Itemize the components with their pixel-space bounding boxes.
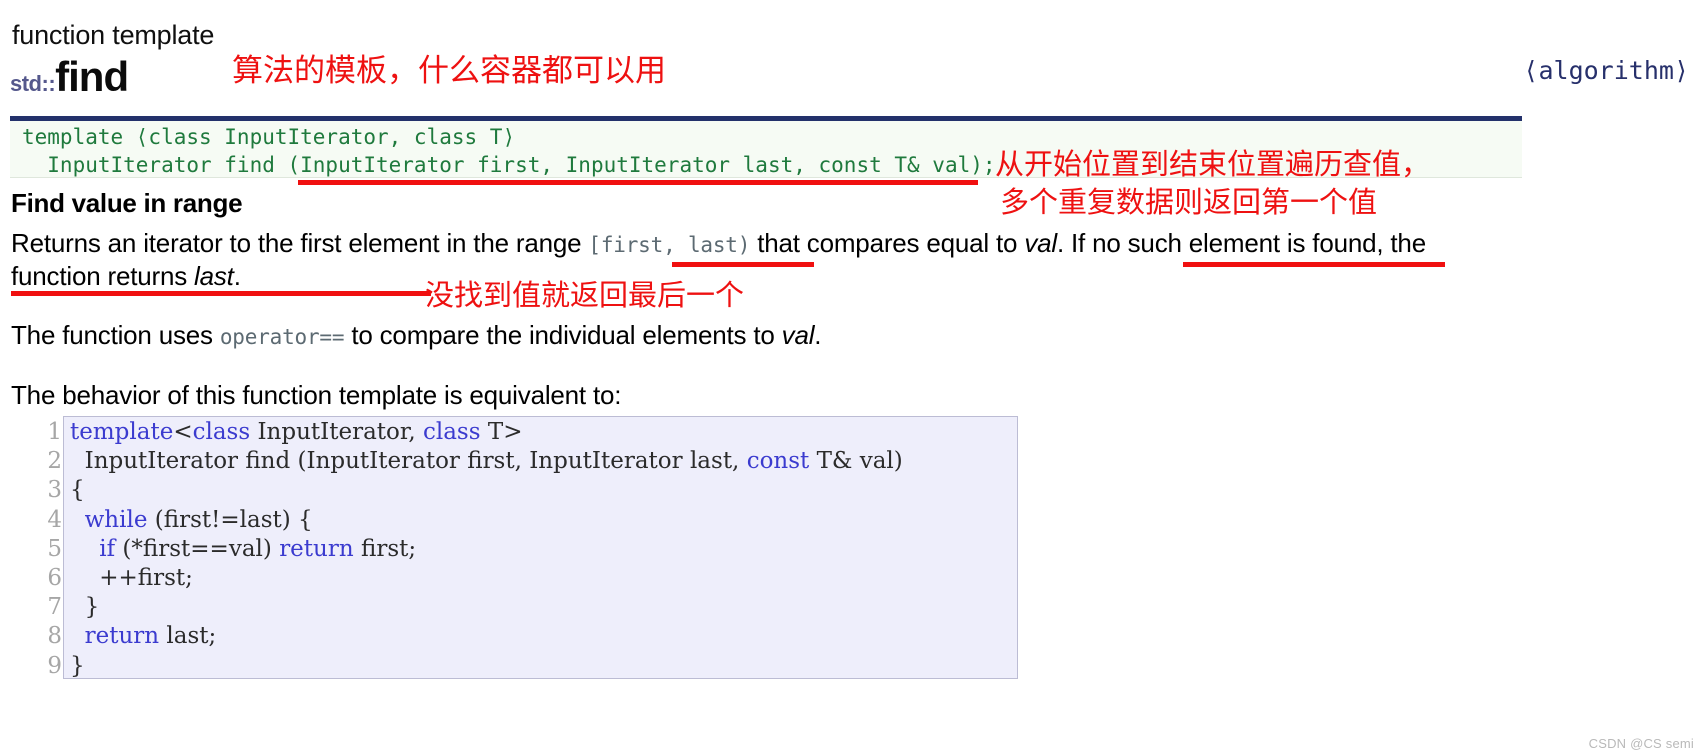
title-function-name: find [55,53,129,100]
prototype-underline [298,180,978,185]
code-line-number: 1 [47,419,62,445]
code-line: } [70,652,85,679]
p1-text-part-2: that compares equal to [750,228,1025,258]
code-keyword: template [70,419,174,445]
code-line-number: 4 [47,506,62,533]
code-line: if (*first==val) return first; [99,535,417,562]
code-keyword: class [192,419,251,445]
watermark: CSDN @CS semi [1588,736,1694,751]
code-keyword: return [279,535,354,562]
code-keyword: const [746,448,810,475]
description-paragraph-1: Returns an iterator to the first element… [11,228,1491,292]
p2-val-emphasis: val [781,320,815,350]
code-line: while (first!=last) { [84,506,313,533]
page-kind-label: function template [12,20,215,50]
paragraph1-annotation: 没找到值就返回最后一个 [425,278,745,312]
p1-text-part-1: Returns an iterator to the first element… [11,228,589,258]
code-keyword: return [84,623,160,650]
code-line: { [70,477,85,504]
code-line: ++first; [70,564,193,591]
code-line-number: 9 [47,652,62,679]
underline-found-returns-last [11,291,431,296]
code-line: } [70,594,100,621]
underline-if-no-such-element [1183,262,1445,267]
code-line: template<class InputIterator, class T> [70,419,523,445]
code-line: InputIterator find (InputIterator first,… [70,448,903,475]
code-line-numbers: 1 23456 789 [38,418,62,681]
p1-last-emphasis: last [194,261,234,291]
prototype-annotation-line-2: 多个重复数据则返回第一个值 [1000,185,1378,219]
p2-operator-notation: operator== [219,325,345,349]
description-paragraph-3: The behavior of this function template i… [11,380,622,410]
code-content: template<class InputIterator, class T> I… [70,418,903,681]
description-paragraph-2: The function uses operator== to compare … [11,320,1411,353]
code-line-number: 8 [47,623,62,650]
reference-page: function template std::find 算法的模板，什么容器都可… [0,0,1702,755]
code-line-number: 2 [47,448,62,475]
p1-range-notation: [first, last) [588,233,751,257]
code-line-number: 3 [47,477,62,504]
p2-text-part-2: to compare the individual elements to [344,320,782,350]
include-header-label: ⟨algorithm⟩ [1523,56,1689,85]
code-keyword: class [422,419,481,445]
prototype-line-1: template ⟨class InputIterator, class T⟩ [22,125,516,149]
p2-text-part-1: The function uses [11,320,220,350]
prototype-annotation-line-1: 从开始位置到结束位置遍历查值， [995,147,1431,181]
section-heading: Find value in range [11,188,243,218]
p1-text-part-4: . [233,261,241,291]
code-line-number: 5 [47,535,62,562]
code-line-number: 7 [47,594,62,621]
code-line-number: 6 [47,564,62,591]
page-title: std::find [10,53,129,109]
underline-range-notation [672,262,814,267]
prototype-line-2: InputIterator find (InputIterator first,… [22,153,996,177]
code-line: return last; [84,623,217,650]
title-namespace: std:: [10,71,56,96]
code-keyword: while [84,506,148,533]
header-annotation: 算法的模板，什么容器都可以用 [232,53,666,89]
code-keyword: if [99,535,116,562]
prototype-annotation: 从开始位置到结束位置遍历查值， 多个重复数据则返回第一个值 [995,145,1430,221]
p2-text-part-3: . [814,320,822,350]
p1-val-emphasis: val [1024,228,1057,258]
